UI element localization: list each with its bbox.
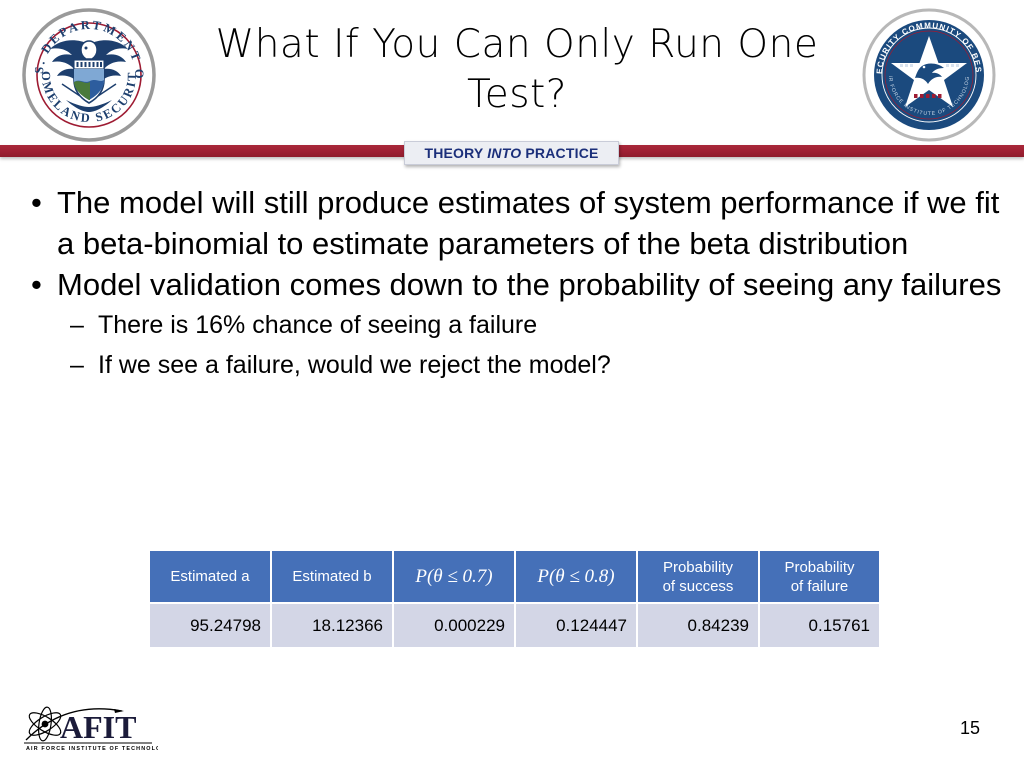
page-number: 15 [960, 718, 981, 738]
table-cell: 0.124447 [516, 604, 636, 647]
table-header-cell: Estimated a [150, 551, 270, 602]
slide-header: U.S. DEPARTMENT OF HOMELAND SECURITY [0, 0, 1024, 160]
slide-body: • The model will still produce estimates… [0, 182, 1024, 385]
bullet-item: • The model will still produce estimates… [0, 182, 1002, 264]
theory-into-practice-banner: THEORY INTO PRACTICE [404, 141, 619, 165]
table-header-row: Estimated a Estimated b P(θ ≤ 0.7) P(θ ≤… [150, 551, 879, 602]
table-header-label: Probability of failure [784, 558, 855, 595]
sub-bullet-marker: – [70, 311, 84, 339]
afit-logo-icon: AFIT AIR FORCE INSTITUTE OF TECHNOLOGY [18, 700, 158, 752]
sub-bullet-item: – If we see a failure, would we reject t… [0, 345, 998, 385]
table-cell: 95.24798 [150, 604, 270, 647]
table-header-cell: Probability of success [638, 551, 758, 602]
table-header-cell: Probability of failure [760, 551, 879, 602]
bullet-text: Model validation comes down to the proba… [57, 267, 1002, 302]
theory-into-practice-label: THEORY INTO PRACTICE [424, 145, 598, 161]
sub-bullet-text: There is 16% chance of seeing a failure [98, 311, 538, 339]
table-header-label: P(θ ≤ 0.8) [537, 565, 615, 587]
results-table: Estimated a Estimated b P(θ ≤ 0.7) P(θ ≤… [148, 549, 881, 649]
table-cell: 0.000229 [394, 604, 514, 647]
bullet-marker: • [31, 185, 42, 220]
table-header-label: P(θ ≤ 0.7) [415, 565, 493, 587]
sub-bullet-marker: – [70, 351, 84, 379]
svg-text:AIR FORCE INSTITUTE OF TECHNOL: AIR FORCE INSTITUTE OF TECHNOLOGY [26, 746, 158, 752]
bullet-text: The model will still produce estimates o… [57, 185, 1000, 261]
table-header-cell: P(θ ≤ 0.8) [516, 551, 636, 602]
table-cell: 0.15761 [760, 604, 879, 647]
table-header-cell: P(θ ≤ 0.7) [394, 551, 514, 602]
bullet-item: • Model validation comes down to the pro… [0, 264, 1002, 305]
hs-community-best-practices-seal-icon: HOMELAND SECURITY COMMUNITY OF BEST PRAC… [862, 8, 996, 142]
bullet-marker: • [31, 267, 42, 302]
sub-bullet-item: – There is 16% chance of seeing a failur… [0, 305, 998, 345]
table-header-cell: Estimated b [272, 551, 392, 602]
svg-text:AFIT: AFIT [60, 709, 136, 745]
table-header-label: Estimated b [292, 568, 372, 585]
table-cell: 18.12366 [272, 604, 392, 647]
sub-bullet-text: If we see a failure, would we reject the… [98, 351, 611, 379]
table-cell: 0.84239 [638, 604, 758, 647]
table-header-label: Estimated a [170, 568, 250, 585]
table-header-label: Probability of success [662, 558, 734, 595]
table-row: 95.24798 18.12366 0.000229 0.124447 0.84… [150, 604, 879, 647]
page-title: What If You Can Only Run One Test? [215, 22, 819, 117]
banner-word-practice: PRACTICE [525, 145, 599, 161]
banner-word-into: INTO [487, 145, 522, 161]
dhs-seal-icon: U.S. DEPARTMENT OF HOMELAND SECURITY [22, 8, 156, 142]
banner-word-theory: THEORY [424, 145, 484, 161]
